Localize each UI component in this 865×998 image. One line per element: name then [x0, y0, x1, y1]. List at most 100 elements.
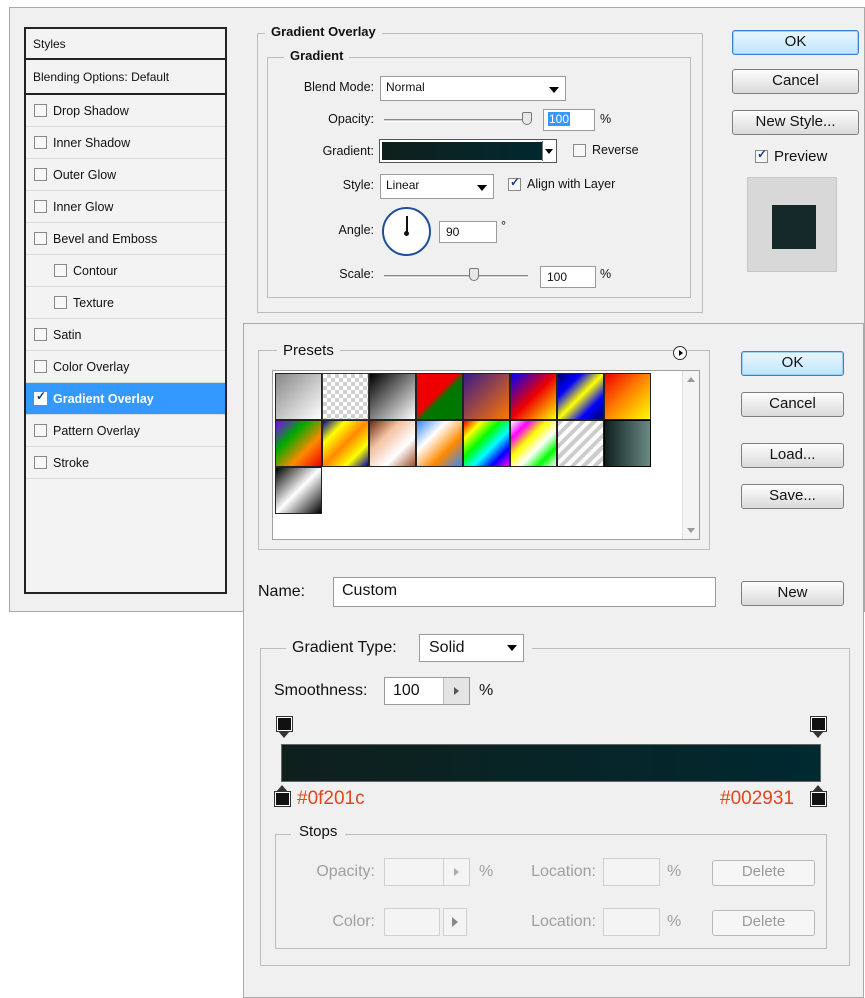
style-item-gradient-overlay[interactable]: Gradient Overlay — [26, 383, 225, 415]
delete-color-stop-button[interactable]: Delete — [712, 910, 815, 936]
styles-header[interactable]: Styles — [26, 29, 225, 60]
style-item-checkbox[interactable] — [54, 296, 67, 309]
style-item-checkbox[interactable] — [34, 456, 47, 469]
preset-swatch[interactable] — [463, 420, 510, 467]
style-item-checkbox[interactable] — [34, 168, 47, 181]
scale-slider-thumb[interactable] — [469, 268, 479, 281]
style-item-checkbox[interactable] — [54, 264, 67, 277]
opacity-stop-left[interactable] — [276, 716, 293, 739]
preset-swatch[interactable] — [416, 420, 463, 467]
opacity-slider-track[interactable] — [384, 119, 532, 122]
gradient-type-label: Gradient Type: — [292, 639, 397, 656]
style-item-texture[interactable]: Texture — [26, 287, 225, 319]
opacity-input[interactable]: 100 — [543, 109, 595, 131]
preset-swatch[interactable] — [604, 373, 651, 420]
style-item-inner-shadow[interactable]: Inner Shadow — [26, 127, 225, 159]
opacity-label: Opacity: — [328, 112, 374, 126]
stop-color-swatch[interactable] — [384, 908, 440, 936]
opacity-slider-thumb[interactable] — [522, 112, 532, 125]
layer-style-cancel-button[interactable]: Cancel — [732, 69, 859, 94]
gradient-overlay-title: Gradient Overlay — [265, 24, 382, 39]
color-stop-left[interactable] — [274, 785, 291, 807]
style-item-checkbox[interactable] — [34, 232, 47, 245]
preview-checkbox[interactable] — [755, 147, 768, 163]
style-item-checkbox[interactable] — [34, 104, 47, 117]
preset-swatch[interactable] — [322, 420, 369, 467]
opacity-stop-right[interactable] — [810, 716, 827, 739]
scroll-down-icon[interactable] — [687, 528, 695, 533]
style-item-checkbox[interactable] — [34, 328, 47, 341]
preset-swatch[interactable] — [369, 373, 416, 420]
style-item-drop-shadow[interactable]: Drop Shadow — [26, 95, 225, 127]
align-with-layer-checkbox[interactable] — [508, 175, 521, 191]
blend-mode-label: Blend Mode: — [303, 80, 374, 94]
style-item-color-overlay[interactable]: Color Overlay — [26, 351, 225, 383]
new-style-button[interactable]: New Style... — [732, 110, 859, 135]
preset-swatch[interactable] — [510, 420, 557, 467]
style-label: Style: — [342, 178, 374, 192]
style-item-checkbox[interactable] — [34, 200, 47, 213]
style-item-label: Gradient Overlay — [53, 391, 154, 406]
preset-swatch[interactable] — [604, 420, 651, 467]
new-gradient-button[interactable]: New — [741, 581, 844, 606]
style-item-contour[interactable]: Contour — [26, 255, 225, 287]
presets-scrollbar[interactable] — [682, 371, 699, 539]
stop-color-location-input[interactable] — [603, 908, 660, 936]
gradient-bar[interactable] — [281, 744, 821, 782]
blend-mode-select[interactable]: Normal — [380, 76, 566, 101]
scale-label: Scale: — [339, 267, 374, 281]
preset-swatch[interactable] — [510, 373, 557, 420]
gradient-cancel-button[interactable]: Cancel — [741, 392, 844, 417]
style-item-checkbox[interactable] — [34, 360, 47, 373]
preset-swatch[interactable] — [369, 420, 416, 467]
preset-swatch[interactable] — [322, 373, 369, 420]
reverse-checkbox[interactable] — [573, 144, 586, 157]
layer-style-ok-button[interactable]: OK — [732, 30, 859, 55]
name-input[interactable]: Custom — [333, 577, 716, 607]
stops-title: Stops — [291, 823, 346, 840]
gradient-label: Gradient: — [322, 144, 374, 158]
stop-opacity-location-input[interactable] — [603, 858, 660, 886]
style-select[interactable]: Linear — [380, 174, 494, 199]
stop-color-picker-button[interactable] — [443, 908, 467, 936]
preset-swatch[interactable] — [557, 373, 604, 420]
style-item-pattern-overlay[interactable]: Pattern Overlay — [26, 415, 225, 447]
stop-opacity-stepper[interactable] — [443, 859, 469, 885]
style-item-label: Drop Shadow — [53, 103, 129, 118]
preset-swatch[interactable] — [463, 373, 510, 420]
stop-opacity-label: Opacity: — [316, 863, 375, 880]
angle-dial[interactable] — [382, 207, 431, 256]
preset-swatch[interactable] — [275, 420, 322, 467]
scale-slider-track[interactable] — [384, 275, 528, 278]
style-item-stroke[interactable]: Stroke — [26, 447, 225, 479]
presets-menu-icon[interactable] — [673, 346, 687, 360]
preset-swatch[interactable] — [275, 373, 322, 420]
style-item-checkbox[interactable] — [34, 136, 47, 149]
gradient-dropdown-arrow[interactable] — [542, 141, 556, 161]
style-item-satin[interactable]: Satin — [26, 319, 225, 351]
style-item-checkbox[interactable] — [34, 424, 47, 437]
angle-input[interactable]: 90 — [439, 221, 497, 243]
arrow-right-icon — [454, 868, 459, 876]
scroll-up-icon[interactable] — [687, 377, 695, 382]
gradient-type-select[interactable]: Solid — [419, 634, 524, 662]
gradient-picker[interactable] — [379, 139, 557, 163]
preset-swatch[interactable] — [275, 467, 322, 514]
color-stop-right[interactable] — [810, 785, 827, 807]
style-item-bevel-and-emboss[interactable]: Bevel and Emboss — [26, 223, 225, 255]
scale-input[interactable]: 100 — [540, 266, 596, 288]
style-item-checkbox[interactable] — [34, 389, 47, 405]
smoothness-stepper[interactable] — [443, 678, 469, 704]
style-value: Linear — [386, 178, 420, 192]
style-item-label: Inner Shadow — [53, 135, 131, 150]
style-item-inner-glow[interactable]: Inner Glow — [26, 191, 225, 223]
load-button[interactable]: Load... — [741, 443, 844, 468]
delete-opacity-stop-button[interactable]: Delete — [712, 860, 815, 886]
save-button[interactable]: Save... — [741, 484, 844, 509]
preset-swatch[interactable] — [557, 420, 604, 467]
angle-label: Angle: — [338, 223, 374, 237]
gradient-ok-button[interactable]: OK — [741, 351, 844, 376]
style-item-outer-glow[interactable]: Outer Glow — [26, 159, 225, 191]
preset-swatch[interactable] — [416, 373, 463, 420]
blending-options-item[interactable]: Blending Options: Default — [26, 60, 225, 95]
